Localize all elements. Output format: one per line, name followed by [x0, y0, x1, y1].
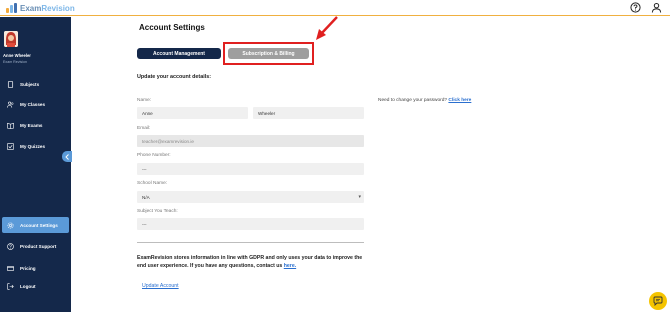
help-icon [7, 242, 14, 250]
sidebar-item-label: Product Support [20, 243, 57, 249]
sidebar-item-label: Subjects [20, 81, 40, 87]
page-title: Account Settings [139, 23, 205, 32]
user-role: Exam Revision [3, 60, 27, 64]
sidebar-item-label: My Exams [20, 122, 43, 128]
sidebar-item-label: Pricing [20, 265, 36, 271]
sidebar-item-label: My Classes [20, 101, 46, 107]
school-select-value: N/A [142, 194, 150, 200]
gdpr-notice: ExamRevision stores information in line … [137, 255, 363, 269]
tab-account-management[interactable]: Account Management [137, 48, 221, 59]
divider [137, 242, 364, 243]
phone-label: Phone Number: [137, 153, 171, 158]
chevron-left-icon [64, 153, 69, 160]
user-profile-icon[interactable] [651, 2, 662, 13]
update-account-link[interactable]: Update Account [142, 283, 179, 289]
avatar [4, 31, 18, 47]
section-subheading: Update your account details: [137, 74, 211, 80]
email-label: Email: [137, 126, 151, 131]
card-icon [7, 265, 14, 271]
logout-icon [7, 282, 14, 290]
gear-icon [7, 221, 14, 229]
subject-field[interactable]: --- [137, 218, 364, 230]
sidebar-item-account-settings[interactable]: Account Settings [2, 217, 69, 233]
logo-text: ExamRevision [20, 3, 75, 13]
first-name-field[interactable]: Anne [137, 107, 248, 119]
pointer-arrow-icon [316, 16, 338, 40]
tablet-icon [7, 80, 14, 88]
gdpr-contact-link[interactable]: here. [284, 263, 296, 269]
email-field: teacher@examrevision.ie [137, 135, 364, 147]
sidebar-item-my-exams[interactable]: My Exams [2, 117, 69, 133]
sidebar: Anne Wheeler Exam Revision Subjects My C… [0, 17, 71, 312]
sidebar-item-label: Account Settings [20, 222, 58, 228]
sidebar-item-product-support[interactable]: Product Support [2, 238, 69, 254]
change-password-text: Need to change your password? Click here [378, 98, 472, 103]
school-select[interactable]: N/A ▾ [137, 191, 364, 203]
school-label: School Name: [137, 181, 168, 186]
last-name-field[interactable]: Wheeler [253, 107, 364, 119]
sidebar-item-logout[interactable]: Logout [2, 278, 69, 294]
top-icons [630, 2, 662, 13]
phone-field[interactable]: --- [137, 163, 364, 175]
tab-subscription-billing[interactable]: Subscription & Billing [228, 48, 309, 59]
sidebar-item-subjects[interactable]: Subjects [2, 76, 69, 92]
help-circle-icon[interactable] [630, 2, 641, 13]
sidebar-item-label: Logout [20, 283, 36, 289]
people-icon [7, 101, 14, 108]
logo[interactable]: ExamRevision [6, 3, 75, 13]
logo-bars-icon [6, 3, 18, 13]
change-password-link[interactable]: Click here [448, 98, 471, 103]
user-name: Anne Wheeler [3, 53, 31, 58]
checkbox-icon [7, 142, 14, 150]
app-root: ExamRevision Anne Wheeler Exam Revision … [0, 0, 670, 312]
sidebar-item-label: My Quizzes [20, 143, 46, 149]
book-icon [7, 122, 14, 129]
chat-bubble-icon [653, 296, 663, 306]
collapse-sidebar-button[interactable] [62, 151, 72, 162]
sidebar-item-my-quizzes[interactable]: My Quizzes [2, 138, 69, 154]
subject-label: Subject You Teach: [137, 209, 178, 214]
sidebar-item-my-classes[interactable]: My Classes [2, 96, 69, 112]
chevron-down-icon: ▾ [358, 194, 361, 200]
chat-button[interactable] [649, 292, 667, 310]
sidebar-item-pricing[interactable]: Pricing [2, 260, 69, 276]
name-label: Name: [137, 98, 152, 103]
